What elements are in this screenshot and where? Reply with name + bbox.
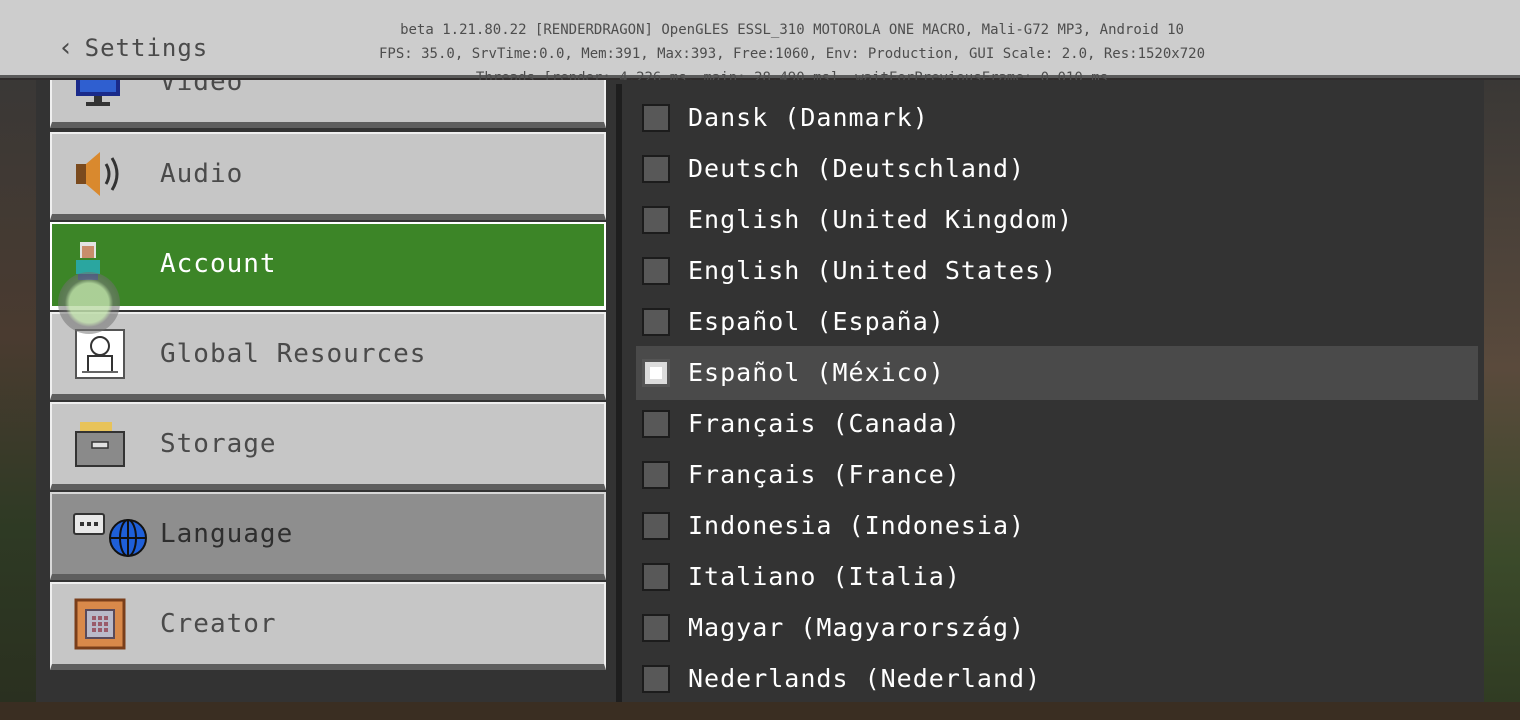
language-checkbox[interactable] [642,104,670,132]
language-option[interactable]: Italiano (Italia) [636,553,1478,601]
language-option[interactable]: Deutsch (Deutschland) [636,145,1478,193]
touch-indicator [58,272,120,334]
language-label: Français (France) [688,460,961,489]
sidebar-item-language[interactable]: Language [50,492,606,580]
language-checkbox[interactable] [642,155,670,183]
language-label: Français (Canada) [688,409,961,438]
language-label: Deutsch (Deutschland) [688,154,1026,183]
language-checkbox[interactable] [642,512,670,540]
sidebar-item-storage[interactable]: Storage [50,402,606,490]
debug-line-1: beta 1.21.80.22 [RENDERDRAGON] OpenGLES … [400,22,1184,38]
sidebar-item-video[interactable]: Video [50,80,606,128]
language-label: Español (España) [688,307,945,336]
language-globe-icon [73,513,147,557]
language-option[interactable]: Dansk (Danmark) [636,94,1478,142]
language-checkbox[interactable] [642,461,670,489]
language-checkbox[interactable] [642,257,670,285]
language-checkbox[interactable] [642,665,670,693]
language-label: Español (México) [688,358,945,387]
settings-sidebar: Video Audio Account Global Resources Sto… [50,80,606,672]
language-list[interactable]: Dansk (Danmark) Deutsch (Deutschland) Engl… [636,94,1480,702]
language-label: English (United States) [688,256,1058,285]
speaker-icon [76,152,119,196]
language-checkbox[interactable] [642,410,670,438]
back-button[interactable]: ‹ Settings [58,30,208,66]
sidebar-item-label: Creator [160,609,277,639]
sidebar-item-audio[interactable]: Audio [50,132,606,220]
sidebar-item-label: Account [160,249,277,279]
language-option[interactable]: Français (Canada) [636,400,1478,448]
language-checkbox[interactable] [642,206,670,234]
language-option[interactable]: Français (France) [636,451,1478,499]
world-background-left [0,80,40,720]
language-label: Italiano (Italia) [688,562,961,591]
language-option[interactable]: English (United Kingdom) [636,196,1478,244]
language-label: Dansk (Danmark) [688,103,929,132]
language-label: Indonesia (Indonesia) [688,511,1026,540]
column-divider [616,84,622,702]
sidebar-item-label: Global Resources [160,339,427,369]
language-checkbox[interactable] [642,563,670,591]
language-label: English (United Kingdom) [688,205,1074,234]
sidebar-item-account[interactable]: Account [50,222,606,310]
chevron-left-icon: ‹ [58,33,75,63]
language-option[interactable]: Indonesia (Indonesia) [636,502,1478,550]
resource-pack-icon [75,329,125,379]
language-option[interactable]: Español (España) [636,298,1478,346]
language-option[interactable]: Magyar (Magyarország) [636,604,1478,652]
language-checkbox[interactable] [642,359,670,387]
language-option[interactable]: English (United States) [636,247,1478,295]
sidebar-item-label: Video [160,80,244,97]
world-background-right [1484,80,1520,720]
sidebar-item-label: Audio [160,159,244,189]
world-background-bottom [0,702,1520,720]
language-checkbox[interactable] [642,308,670,336]
storage-drawer-icon [75,422,125,467]
top-bar: ‹ Settings beta 1.21.80.22 [RENDERDRAGON… [0,0,1520,86]
language-label: Magyar (Magyarország) [688,613,1026,642]
language-label: Nederlands (Nederland) [688,664,1042,693]
sidebar-item-global-resources[interactable]: Global Resources [50,312,606,400]
monitor-icon [76,80,120,106]
debug-line-2: FPS: 35.0, SrvTime:0.0, Mem:391, Max:393… [378,46,1205,62]
language-checkbox[interactable] [642,614,670,642]
sidebar-item-label: Storage [160,429,277,459]
language-option[interactable]: Español (México) [636,346,1478,400]
sidebar-item-label: Language [160,519,294,549]
back-button-label: Settings [84,34,209,62]
sidebar-item-creator[interactable]: Creator [50,582,606,670]
command-block-icon [74,598,126,650]
language-option[interactable]: Nederlands (Nederland) [636,655,1478,702]
